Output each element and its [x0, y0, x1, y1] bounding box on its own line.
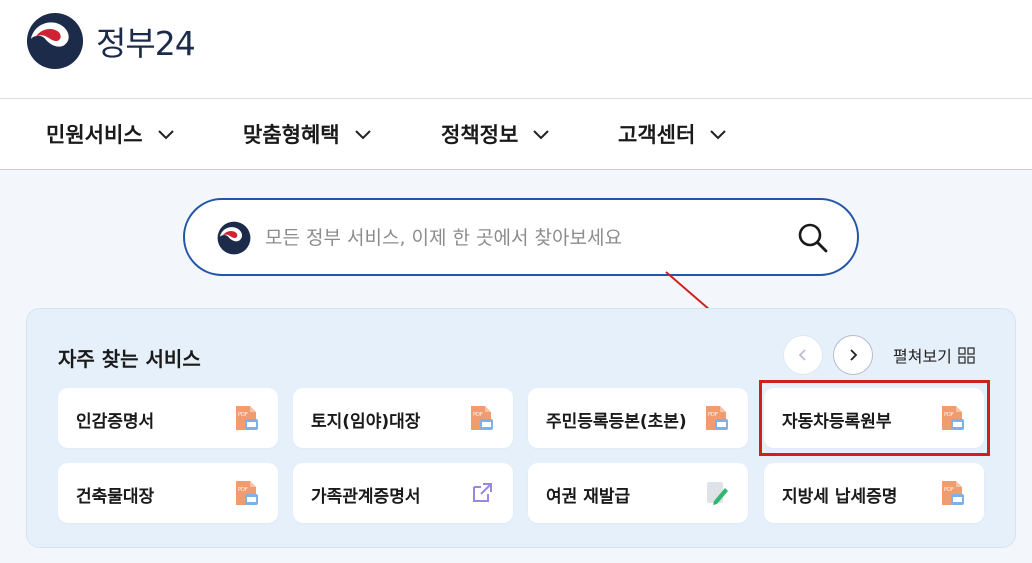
search-icon[interactable] [795, 220, 831, 256]
service-card-land-register[interactable]: 토지(임야)대장 PDF [293, 388, 513, 448]
chevron-down-icon [710, 130, 726, 140]
chevron-left-icon [798, 349, 806, 361]
service-card-seal-certificate[interactable]: 인감증명서 PDF [58, 388, 278, 448]
chevron-down-icon [157, 130, 174, 140]
chevron-down-icon [533, 130, 549, 140]
search-input[interactable] [265, 218, 765, 258]
service-card-passport-reissue[interactable]: 여권 재발급 [528, 463, 748, 523]
nav-item-label: 고객센터 [618, 123, 696, 147]
taegeuk-logo-icon [217, 221, 251, 255]
svg-text:PDF: PDF [944, 487, 954, 493]
svg-text:PDF: PDF [708, 412, 718, 418]
service-card-label: 주민등록등본(초본) [546, 412, 687, 432]
pdf-doc-icon: PDF [942, 481, 964, 505]
annotation-highlight-box [759, 380, 990, 456]
service-card-label: 건축물대장 [76, 487, 155, 507]
nav-item-customer-center[interactable]: 고객센터 [618, 119, 727, 149]
nav-item-label: 맞춤형혜택 [243, 123, 340, 147]
nav-item-custom-benefits[interactable]: 맞춤형혜택 [243, 119, 372, 149]
nav-item-label: 정책정보 [441, 123, 519, 147]
prev-button[interactable] [783, 335, 823, 375]
svg-text:PDF: PDF [238, 412, 248, 418]
nav-item-label: 민원서비스 [46, 123, 143, 147]
nav-item-civil-service[interactable]: 민원서비스 [46, 119, 175, 149]
pdf-doc-icon: PDF [236, 481, 258, 505]
service-card-label: 가족관계증명서 [311, 487, 421, 507]
grid-icon [958, 346, 975, 364]
section-title: 자주 찾는 서비스 [58, 347, 201, 371]
header: 정부24 [0, 0, 1032, 98]
expand-button[interactable]: 펼쳐보기 [893, 343, 975, 367]
nav-item-policy-info[interactable]: 정책정보 [441, 119, 550, 149]
logo-text: 정부24 [96, 24, 196, 63]
search-bar [183, 198, 859, 276]
edit-form-icon [707, 482, 728, 505]
pdf-doc-icon: PDF [236, 406, 258, 430]
logo[interactable]: 정부24 [26, 12, 196, 70]
svg-text:PDF: PDF [238, 487, 248, 493]
service-card-label: 토지(임야)대장 [311, 412, 421, 432]
service-card-family-certificate[interactable]: 가족관계증명서 [293, 463, 513, 523]
service-card-local-tax-certificate[interactable]: 지방세 납세증명 PDF [764, 463, 984, 523]
svg-text:PDF: PDF [473, 412, 483, 418]
pdf-doc-icon: PDF [471, 406, 493, 430]
service-card-resident-register[interactable]: 주민등록등본(초본) PDF [528, 388, 748, 448]
next-button[interactable] [833, 335, 873, 375]
external-link-icon [473, 483, 492, 502]
pdf-doc-icon: PDF [706, 406, 728, 430]
expand-label: 펼쳐보기 [893, 347, 952, 366]
chevron-down-icon [354, 130, 371, 140]
service-card-label: 인감증명서 [76, 412, 155, 432]
chevron-right-icon [850, 349, 858, 361]
taegeuk-logo-icon [26, 12, 84, 70]
service-card-building-register[interactable]: 건축물대장 PDF [58, 463, 278, 523]
service-card-label: 여권 재발급 [546, 487, 631, 507]
main-nav: 민원서비스 맞춤형혜택 정책정보 고객센터 [0, 98, 1032, 170]
service-card-label: 지방세 납세증명 [782, 487, 898, 507]
